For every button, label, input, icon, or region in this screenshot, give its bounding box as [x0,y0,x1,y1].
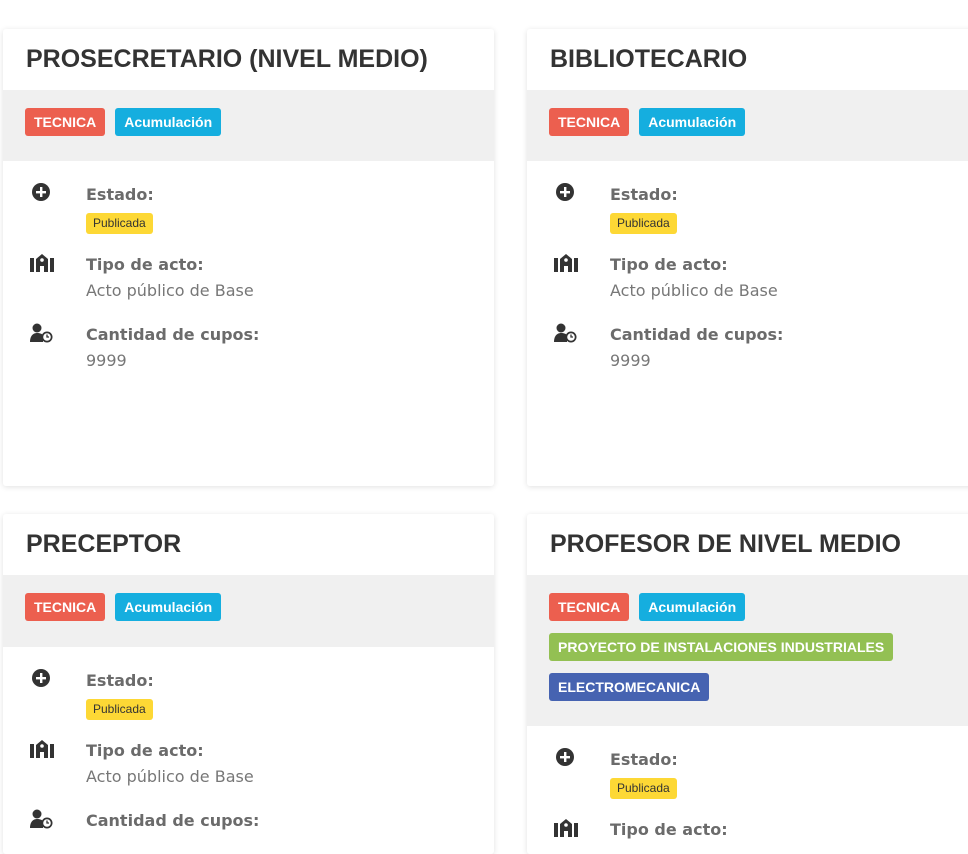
position-card: BIBLIOTECARIO TECNICA Acumulación Estado… [527,29,968,486]
user-clock-icon [30,323,53,343]
estado-label: Estado: [610,750,678,769]
status-badge: Publicada [610,213,677,234]
tag-acumulacion: Acumulación [639,108,746,136]
tipo-value: Acto público de Base [610,281,778,300]
card-title[interactable]: PROFESOR DE NIVEL MEDIO [527,514,968,575]
tipo-label: Tipo de acto: [86,255,204,274]
tag-tecnica: TECNICA [25,593,106,621]
cupos-label: Cantidad de cupos: [86,811,260,830]
estado-label: Estado: [86,185,154,204]
tag-proyecto-instalaciones: PROYECTO DE INSTALACIONES INDUSTRIALES [549,633,894,661]
card-title[interactable]: PRECEPTOR [3,514,494,575]
estado-row: Estado: Publicada [527,746,968,816]
plus-circle-icon [556,748,574,766]
status-badge: Publicada [86,213,153,234]
status-badge: Publicada [86,699,153,720]
user-clock-icon [554,323,577,343]
position-card: PROFESOR DE NIVEL MEDIO TECNICA Acumulac… [527,514,968,854]
cupos-label: Cantidad de cupos: [610,325,784,344]
tag-tecnica: TECNICA [25,108,106,136]
tag-area: TECNICA Acumulación PROYECTO DE INSTALAC… [527,575,968,726]
tipo-row: Tipo de acto: [527,816,968,854]
plus-circle-icon [32,669,50,687]
estado-label: Estado: [86,671,154,690]
cupos-row: Cantidad de cupos: [3,807,494,854]
estado-label: Estado: [610,185,678,204]
position-card: PROSECRETARIO (NIVEL MEDIO) TECNICA Acum… [3,29,494,486]
card-details: Estado: Publicada Tipo de acto: Acto púb… [3,647,494,854]
estado-row: Estado: Publicada [3,667,494,737]
user-clock-icon [30,809,53,829]
tipo-row: Tipo de acto: Acto público de Base [527,251,968,321]
tag-area: TECNICA Acumulación [3,575,494,647]
school-icon [554,254,578,272]
tag-tecnica: TECNICA [549,108,630,136]
card-title[interactable]: BIBLIOTECARIO [527,29,968,90]
school-icon [554,819,578,837]
tag-acumulacion: Acumulación [115,108,222,136]
tag-tecnica: TECNICA [549,593,630,621]
tag-area: TECNICA Acumulación [527,90,968,161]
status-badge: Publicada [610,778,677,799]
cupos-label: Cantidad de cupos: [86,325,260,344]
cupos-value: 9999 [86,351,127,370]
card-details: Estado: Publicada Tipo de acto: [527,726,968,854]
plus-circle-icon [32,183,50,201]
cupos-value: 9999 [610,351,651,370]
tipo-row: Tipo de acto: Acto público de Base [3,251,494,321]
tipo-value: Acto público de Base [86,767,254,786]
estado-row: Estado: Publicada [3,181,494,251]
tipo-label: Tipo de acto: [86,741,204,760]
tag-acumulacion: Acumulación [115,593,222,621]
estado-row: Estado: Publicada [527,181,968,251]
card-details: Estado: Publicada Tipo de acto: Acto púb… [527,161,968,391]
school-icon [30,254,54,272]
tag-acumulacion: Acumulación [639,593,746,621]
school-icon [30,740,54,758]
position-card: PRECEPTOR TECNICA Acumulación Estado: Pu… [3,514,494,854]
tag-electromecanica: ELECTROMECANICA [549,673,710,701]
cupos-row: Cantidad de cupos: 9999 [527,321,968,391]
tipo-label: Tipo de acto: [610,255,728,274]
tipo-value: Acto público de Base [86,281,254,300]
card-title[interactable]: PROSECRETARIO (NIVEL MEDIO) [3,29,494,90]
tipo-row: Tipo de acto: Acto público de Base [3,737,494,807]
tipo-label: Tipo de acto: [610,820,728,839]
tag-area: TECNICA Acumulación [3,90,494,161]
plus-circle-icon [556,183,574,201]
card-details: Estado: Publicada Tipo de acto: Acto púb… [3,161,494,391]
cupos-row: Cantidad de cupos: 9999 [3,321,494,391]
